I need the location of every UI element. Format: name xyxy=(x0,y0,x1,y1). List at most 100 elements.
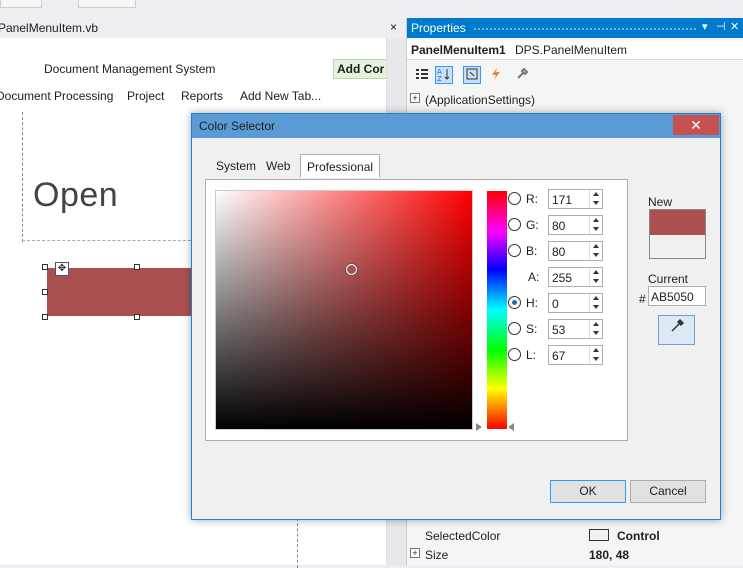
channel-spinbox[interactable]: 67 xyxy=(548,345,603,365)
channel-radio[interactable] xyxy=(508,192,521,205)
channel-label: R: xyxy=(526,192,538,206)
properties-icon[interactable] xyxy=(463,66,481,84)
close-icon[interactable]: ✕ xyxy=(730,20,739,33)
dialog-titlebar: Color Selector ✕ xyxy=(192,114,720,138)
titlebar-grip xyxy=(473,27,698,31)
channel-spinbox[interactable]: 80 xyxy=(548,241,603,261)
spinner-arrows[interactable] xyxy=(589,216,602,234)
hue-slider-arrow[interactable] xyxy=(508,423,514,431)
menu-item-project[interactable]: Project xyxy=(127,89,164,103)
channel-label: A: xyxy=(528,270,540,284)
channel-spinbox[interactable]: 0 xyxy=(548,293,603,313)
arrow-up-icon[interactable] xyxy=(593,270,599,274)
arrow-down-icon[interactable] xyxy=(593,253,599,257)
pin-icon[interactable]: ⊣ xyxy=(716,20,726,33)
top-toolbar-strip xyxy=(0,0,406,18)
properties-toolbar: AZ xyxy=(407,62,743,88)
channel-label: H: xyxy=(526,296,538,310)
panel-menu-item[interactable] xyxy=(47,268,207,316)
color-cursor[interactable] xyxy=(345,263,357,275)
arrow-up-icon[interactable] xyxy=(593,348,599,352)
menu-item-reports[interactable]: Reports xyxy=(181,89,223,103)
channel-spinbox[interactable]: 171 xyxy=(548,189,603,209)
arrow-down-icon[interactable] xyxy=(593,305,599,309)
hue-slider-arrow[interactable] xyxy=(476,423,482,431)
arrow-up-icon[interactable] xyxy=(593,244,599,248)
spinner-arrows[interactable] xyxy=(589,320,602,338)
spinner-arrows[interactable] xyxy=(589,346,602,364)
channel-spinbox[interactable]: 53 xyxy=(548,319,603,339)
spinner-arrows[interactable] xyxy=(589,190,602,208)
channel-value: 80 xyxy=(552,219,566,233)
cancel-button[interactable]: Cancel xyxy=(630,480,706,503)
eyedropper-button[interactable] xyxy=(658,315,695,345)
arrow-down-icon[interactable] xyxy=(593,227,599,231)
tab-web[interactable]: Web xyxy=(260,154,296,178)
channel-spinbox[interactable]: 255 xyxy=(548,267,603,287)
channel-radio[interactable] xyxy=(508,244,521,257)
property-pages-icon[interactable] xyxy=(513,66,531,84)
arrow-up-icon[interactable] xyxy=(593,192,599,196)
spinner-arrows[interactable] xyxy=(589,294,602,312)
channel-value: 171 xyxy=(552,193,573,207)
svg-text:Z: Z xyxy=(437,75,442,81)
object-selector[interactable]: PanelMenuItem1 DPS.PanelMenuItem xyxy=(407,40,743,60)
dropdown-icon[interactable]: ▾ xyxy=(702,20,708,33)
spinner-arrows[interactable] xyxy=(589,242,602,260)
channel-radio[interactable] xyxy=(508,348,521,361)
property-value: Control xyxy=(617,529,660,543)
tab-professional[interactable]: Professional xyxy=(300,154,381,178)
channel-radio[interactable] xyxy=(508,296,521,309)
arrow-down-icon[interactable] xyxy=(593,331,599,335)
hex-prefix: # xyxy=(639,292,646,306)
spinner-arrows[interactable] xyxy=(589,268,602,286)
container-border xyxy=(22,112,23,242)
channel-label: L: xyxy=(526,348,537,362)
document-tab-title[interactable]: PanelMenuItem.vb xyxy=(0,21,98,35)
app-title: Document Management System xyxy=(44,62,216,76)
object-type: DPS.PanelMenuItem xyxy=(515,43,628,57)
resize-handle[interactable] xyxy=(42,314,48,320)
document-tab-bar: PanelMenuItem.vb × xyxy=(0,18,406,38)
resize-handle[interactable] xyxy=(42,289,48,295)
arrow-down-icon[interactable] xyxy=(593,279,599,283)
new-label: New xyxy=(648,195,673,209)
property-row[interactable]: + Size 180, 48 xyxy=(407,546,743,564)
close-icon[interactable]: ✕ xyxy=(673,115,719,135)
resize-handle[interactable] xyxy=(134,264,140,270)
toolbar-box[interactable] xyxy=(78,0,136,8)
channel-label: S: xyxy=(526,322,538,336)
tab-system[interactable]: System xyxy=(210,154,262,178)
properties-title: Properties xyxy=(411,21,466,35)
menu-item-add-new-tab[interactable]: Add New Tab... xyxy=(240,89,321,103)
arrow-up-icon[interactable] xyxy=(593,322,599,326)
add-control-button[interactable]: Add Cor xyxy=(333,59,393,79)
property-row[interactable]: SelectedColor Control xyxy=(407,527,743,545)
arrow-down-icon[interactable] xyxy=(593,357,599,361)
property-row[interactable]: + (ApplicationSettings) xyxy=(407,91,743,109)
hex-input[interactable]: AB5050 xyxy=(648,286,706,306)
arrow-up-icon[interactable] xyxy=(593,218,599,222)
channel-spinbox[interactable]: 80 xyxy=(548,215,603,235)
hue-slider[interactable] xyxy=(487,191,507,429)
categorized-icon[interactable] xyxy=(413,66,431,84)
expand-icon[interactable]: + xyxy=(410,93,420,103)
dialog-title: Color Selector xyxy=(199,119,276,133)
color-selector-dialog: Color Selector ✕ System Web Professional… xyxy=(191,113,721,520)
close-icon[interactable]: × xyxy=(390,20,397,34)
menu-item-document-processing[interactable]: Document Processing xyxy=(0,89,113,103)
expand-icon[interactable]: + xyxy=(410,548,420,558)
events-icon[interactable] xyxy=(487,66,505,84)
toolbar-box[interactable] xyxy=(0,0,42,8)
alphabetical-icon[interactable]: AZ xyxy=(435,66,453,84)
channel-radio[interactable] xyxy=(508,322,521,335)
resize-handle[interactable] xyxy=(42,264,48,270)
arrow-up-icon[interactable] xyxy=(593,296,599,300)
ok-button[interactable]: OK xyxy=(550,480,626,503)
resize-handle[interactable] xyxy=(134,314,140,320)
channel-radio[interactable] xyxy=(508,218,521,231)
saturation-brightness-area[interactable] xyxy=(215,190,473,430)
arrow-down-icon[interactable] xyxy=(593,201,599,205)
move-icon[interactable]: ✥ xyxy=(55,262,69,276)
property-name: Size xyxy=(425,548,449,562)
